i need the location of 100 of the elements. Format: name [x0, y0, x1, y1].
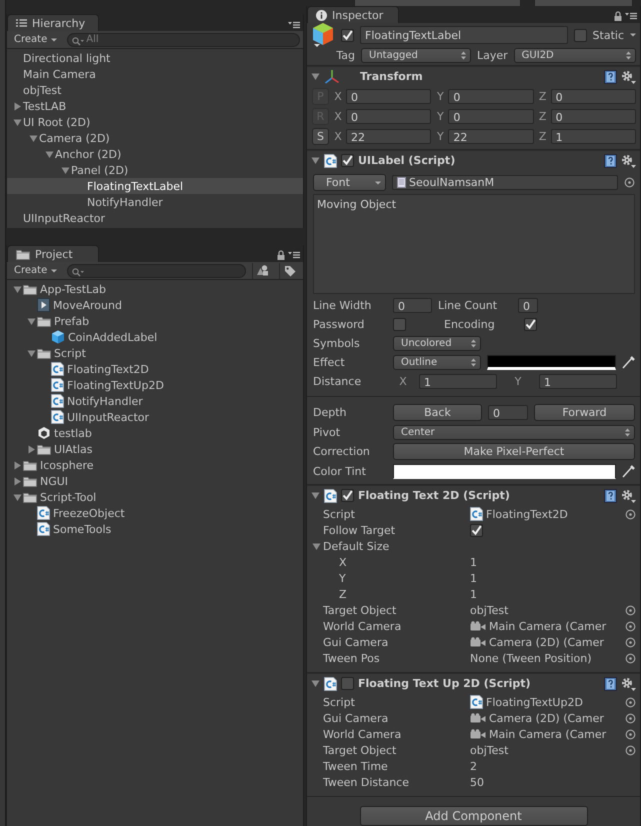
- triangle-down-icon[interactable]: [12, 284, 22, 294]
- object-field[interactable]: FloatingText2D: [470, 507, 625, 521]
- add-component-button[interactable]: Add Component: [360, 806, 588, 826]
- tree-item[interactable]: NGUI: [7, 473, 303, 489]
- tree-item[interactable]: NotifyHandler: [7, 194, 303, 210]
- tree-item[interactable]: FreezeObject: [7, 505, 303, 521]
- input-field[interactable]: 0: [518, 298, 538, 312]
- menu-icon[interactable]: [288, 21, 300, 29]
- checkbox[interactable]: [524, 318, 537, 330]
- search-field[interactable]: [67, 264, 246, 278]
- input-field[interactable]: 0: [488, 405, 528, 420]
- help-book-icon[interactable]: [604, 488, 617, 502]
- number-field[interactable]: 50: [470, 776, 636, 788]
- object-picker-icon[interactable]: [624, 177, 635, 188]
- triangle-down-icon[interactable]: [311, 679, 320, 688]
- checkbox[interactable]: [574, 28, 587, 42]
- number-field[interactable]: 2: [470, 760, 636, 772]
- triangle-right-icon[interactable]: [26, 444, 36, 454]
- input-field[interactable]: 1: [539, 374, 617, 388]
- object-picker-icon[interactable]: [625, 728, 636, 740]
- object-field[interactable]: Camera (2D) (Camer: [470, 712, 625, 724]
- triangle-down-icon[interactable]: [311, 491, 320, 500]
- dropdown[interactable]: Outline: [393, 354, 481, 370]
- number-field[interactable]: 1: [470, 588, 636, 600]
- tree-item[interactable]: testlab: [7, 425, 303, 441]
- object-picker-icon[interactable]: [625, 508, 636, 520]
- gear-icon[interactable]: [621, 676, 636, 690]
- tree-item[interactable]: Directional light: [7, 50, 303, 66]
- tree-item[interactable]: UIInputReactor: [7, 409, 303, 425]
- color-field[interactable]: [393, 464, 616, 478]
- tree-item[interactable]: Icosphere: [7, 457, 303, 473]
- checkbox[interactable]: [341, 28, 354, 42]
- triangle-down-icon[interactable]: [312, 542, 321, 550]
- help-book-icon[interactable]: [604, 676, 617, 690]
- number-field[interactable]: 1: [470, 572, 636, 584]
- checkbox[interactable]: [341, 677, 354, 690]
- triangle-down-icon[interactable]: [26, 316, 36, 326]
- input-field[interactable]: 22: [346, 128, 432, 144]
- input-field[interactable]: 0: [393, 298, 432, 312]
- object-field[interactable]: Main Camera (Camer: [470, 728, 625, 740]
- tag-icon[interactable]: [284, 264, 296, 276]
- tree-item[interactable]: Main Camera: [7, 66, 303, 82]
- object-field[interactable]: objTest: [470, 604, 625, 616]
- tree-item[interactable]: UIAtlas: [7, 441, 303, 457]
- tree-item[interactable]: UIInputReactor: [7, 210, 303, 226]
- checkbox[interactable]: [393, 318, 406, 330]
- object-field[interactable]: Main Camera (Camer: [470, 620, 625, 632]
- lock-icon[interactable]: [277, 250, 285, 260]
- font-button[interactable]: Font: [313, 174, 386, 191]
- input-field[interactable]: 1: [550, 128, 636, 144]
- shapes-icon[interactable]: [257, 265, 269, 276]
- create-dropdown[interactable]: Create: [10, 265, 62, 276]
- triangle-right-icon[interactable]: [12, 476, 22, 486]
- color-field[interactable]: [487, 354, 616, 370]
- triangle-right-icon[interactable]: [12, 460, 22, 470]
- back-button[interactable]: Back: [393, 404, 482, 421]
- object-picker-icon[interactable]: [625, 744, 636, 756]
- help-book-icon[interactable]: [604, 70, 617, 84]
- create-dropdown[interactable]: Create: [10, 34, 62, 45]
- triangle-down-icon[interactable]: [12, 118, 22, 126]
- gear-icon[interactable]: [621, 70, 636, 84]
- tree-item[interactable]: FloatingTextUp2D: [7, 377, 303, 393]
- tag-dropdown[interactable]: Untagged: [361, 48, 471, 62]
- object-field[interactable]: Camera (2D) (Camer: [470, 636, 625, 648]
- tree-item[interactable]: FloatingTextLabel: [7, 178, 303, 194]
- gear-icon[interactable]: [621, 154, 636, 168]
- checkbox[interactable]: [341, 489, 354, 502]
- triangle-down-icon[interactable]: [311, 156, 320, 165]
- panel-tab[interactable]: Hierarchy: [7, 14, 99, 31]
- pixel-perfect-button[interactable]: Make Pixel-Perfect: [393, 443, 635, 460]
- triangle-down-icon[interactable]: [12, 492, 22, 502]
- checkbox[interactable]: [470, 524, 483, 536]
- triangle-down-icon[interactable]: [44, 150, 54, 158]
- tree-item[interactable]: Camera (2D): [7, 130, 303, 146]
- tree-item[interactable]: Script-Tool: [7, 489, 303, 505]
- object-field[interactable]: None (Tween Position): [470, 652, 625, 664]
- reset-button[interactable]: S: [312, 128, 329, 144]
- layer-dropdown[interactable]: GUI2D: [514, 48, 636, 62]
- tree-item[interactable]: MoveAround: [7, 297, 303, 313]
- triangle-right-icon[interactable]: [12, 102, 22, 110]
- object-picker-icon[interactable]: [625, 712, 636, 724]
- tree-item[interactable]: TestLAB: [7, 98, 303, 114]
- object-field[interactable]: FloatingTextUp2D: [470, 695, 625, 709]
- name-field[interactable]: FloatingTextLabel: [360, 26, 568, 44]
- tree-item[interactable]: App-TestLab: [7, 281, 303, 297]
- object-picker-icon[interactable]: [625, 636, 636, 648]
- tree-item[interactable]: Panel (2D): [7, 162, 303, 178]
- tree-item[interactable]: NotifyHandler: [7, 393, 303, 409]
- search-field[interactable]: All: [67, 32, 300, 46]
- font-field[interactable]: SeoulNamsanM: [392, 175, 618, 190]
- tree-item[interactable]: Script: [7, 345, 303, 361]
- tree-item[interactable]: SomeTools: [7, 521, 303, 537]
- tree-item[interactable]: Anchor (2D): [7, 146, 303, 162]
- lock-icon[interactable]: [614, 11, 622, 21]
- menu-icon[interactable]: [625, 12, 637, 20]
- object-picker-icon[interactable]: [625, 604, 636, 616]
- forward-button[interactable]: Forward: [534, 404, 635, 421]
- object-field[interactable]: objTest: [470, 744, 625, 756]
- tree-item[interactable]: UI Root (2D): [7, 114, 303, 130]
- checkbox[interactable]: [341, 154, 354, 167]
